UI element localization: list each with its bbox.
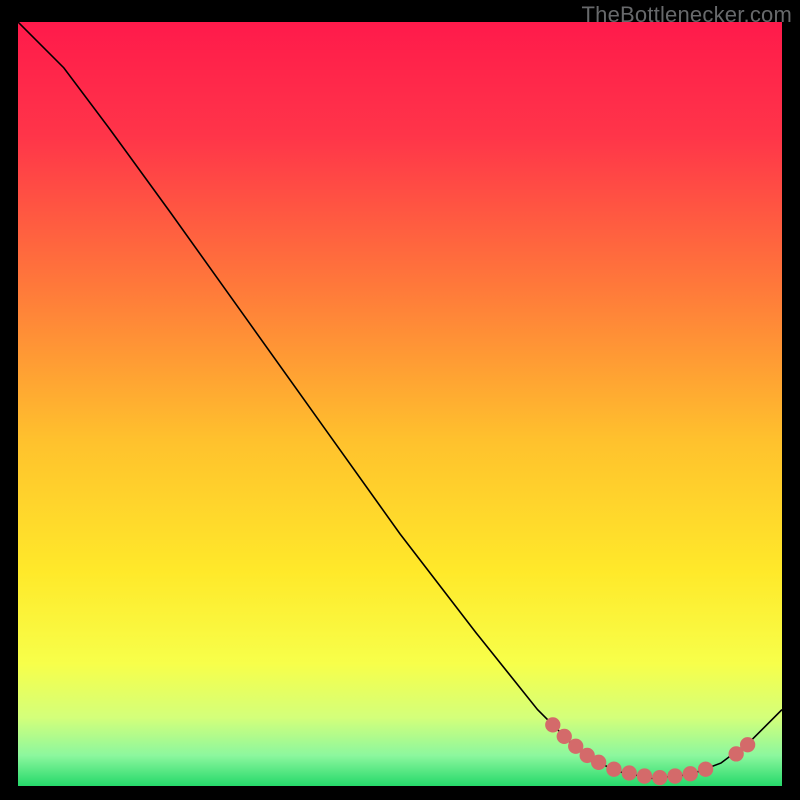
data-point	[652, 770, 667, 785]
data-point	[698, 762, 713, 777]
chart-frame: TheBottlenecker.com	[0, 0, 800, 800]
data-point	[545, 717, 560, 732]
data-point	[622, 765, 637, 780]
chart-plot-area	[18, 22, 782, 786]
data-point	[683, 766, 698, 781]
data-point	[591, 755, 606, 770]
data-point	[637, 768, 652, 783]
bottleneck-curve-chart	[18, 22, 782, 786]
data-point	[667, 768, 682, 783]
data-point	[606, 762, 621, 777]
gradient-background	[18, 22, 782, 786]
data-point	[740, 737, 755, 752]
